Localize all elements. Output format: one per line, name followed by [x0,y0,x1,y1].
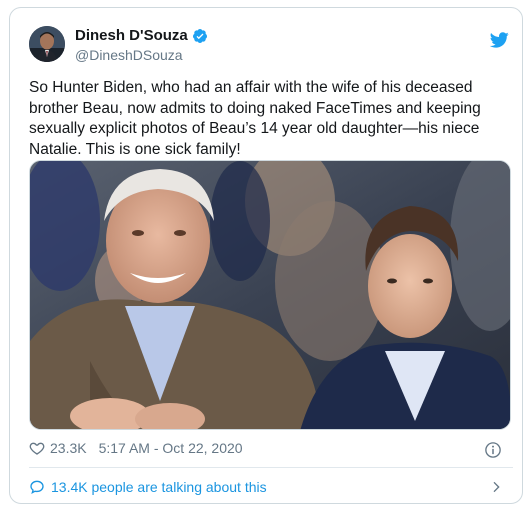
heart-icon[interactable] [29,440,45,456]
conversation-link[interactable]: 13.4K people are talking about this [29,479,267,495]
photo-image [30,161,510,429]
verified-badge-icon [192,28,207,43]
conversation-text[interactable]: 13.4K people are talking about this [51,479,267,495]
author-name[interactable]: Dinesh D'Souza [75,27,188,44]
tweet-card: Dinesh D'Souza @DineshDSouza So Hunter B… [9,7,523,504]
like-count[interactable]: 23.3K [50,440,87,456]
info-icon[interactable] [484,441,502,459]
twitter-bird-icon[interactable] [489,30,509,50]
comment-bubble-icon [30,480,44,495]
tweet-text: So Hunter Biden, who had an affair with … [29,79,481,158]
divider [29,467,513,468]
avatar[interactable] [29,26,65,62]
chevron-right-icon[interactable] [488,479,504,495]
tweet-header: Dinesh D'Souza @DineshDSouza [29,26,509,70]
author-handle[interactable]: @DineshDSouza [75,47,183,63]
author-name-row[interactable]: Dinesh D'Souza [75,27,208,44]
tweet-meta: 23.3K 5:17 AM - Oct 22, 2020 [29,440,243,456]
avatar-image [29,26,65,62]
tweet-photo[interactable] [29,160,511,430]
tweet-timestamp[interactable]: 5:17 AM - Oct 22, 2020 [99,440,243,456]
